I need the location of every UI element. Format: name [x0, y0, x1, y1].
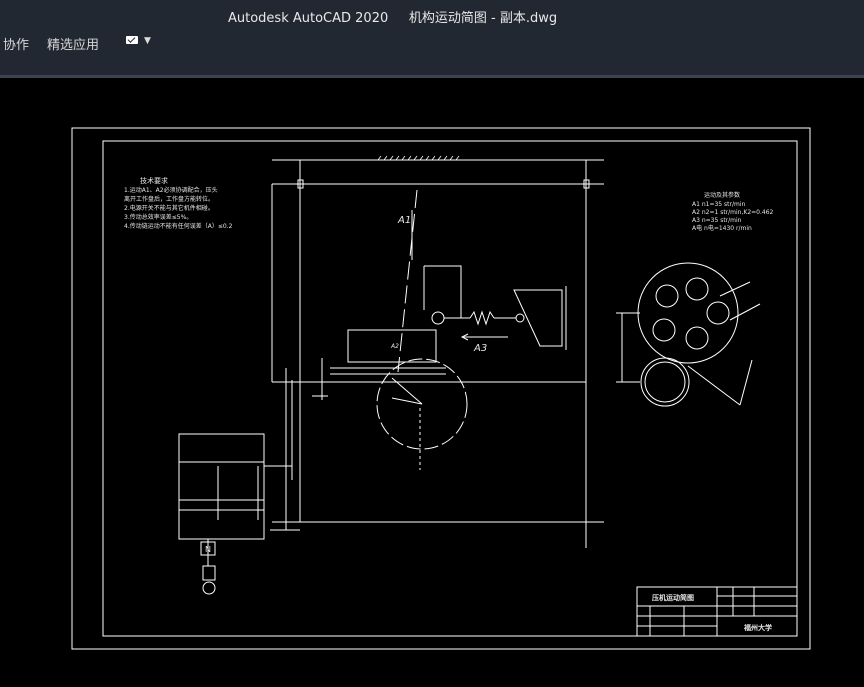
note-line: 离开工作盘后，工作盘方能转位。 — [124, 195, 214, 203]
notes-title: 技术要求 — [140, 176, 168, 185]
title-block-school: 福州大学 — [743, 623, 772, 632]
chevron-down-icon[interactable]: ▼ — [144, 36, 151, 46]
title-block-name: 压机运动简图 — [652, 593, 694, 602]
drawing-canvas[interactable]: 技术要求 1.运动A1、A2必须协调配合，压头 离开工作盘后，工作盘方能转位。 … — [0, 78, 864, 687]
param-line: A3 n=35 str/min — [692, 217, 742, 224]
window-title: Autodesk AutoCAD 2020 机构运动简图 - 副本.dwg — [228, 11, 558, 26]
tab-featured-apps[interactable]: 精选应用 — [47, 34, 99, 53]
label-motor: N — [205, 545, 211, 554]
note-line: 2.电源开关不能与其它机件相碰。 — [124, 204, 214, 212]
label-a1: A1 — [397, 215, 411, 226]
drawing-svg: 技术要求 1.运动A1、A2必须协调配合，压头 离开工作盘后，工作盘方能转位。 … — [71, 127, 811, 650]
ribbon: 协作 精选应用 ▼ — [0, 30, 864, 78]
label-a3: A3 — [473, 343, 487, 354]
tab-collaborate[interactable]: 协作 — [3, 34, 29, 53]
param-line: A2 n2=1 str/min,K2=0.462 — [692, 209, 774, 216]
note-line: 3.传动总效率误差≤5%。 — [124, 213, 192, 221]
param-line: A电 n电=1430 r/min — [692, 224, 752, 232]
note-line: 4.传动链运动不能有任何误差（A）≤0.2 — [124, 222, 233, 230]
note-line: 1.运动A1、A2必须协调配合，压头 — [124, 186, 218, 194]
label-a2: A2 — [390, 343, 399, 350]
param-line: A1 n1=35 str/min — [692, 201, 745, 208]
params-title: 运动及其参数 — [704, 191, 740, 199]
title-bar: Autodesk AutoCAD 2020 机构运动简图 - 副本.dwg — [0, 0, 864, 30]
envelope-icon[interactable] — [126, 36, 138, 44]
